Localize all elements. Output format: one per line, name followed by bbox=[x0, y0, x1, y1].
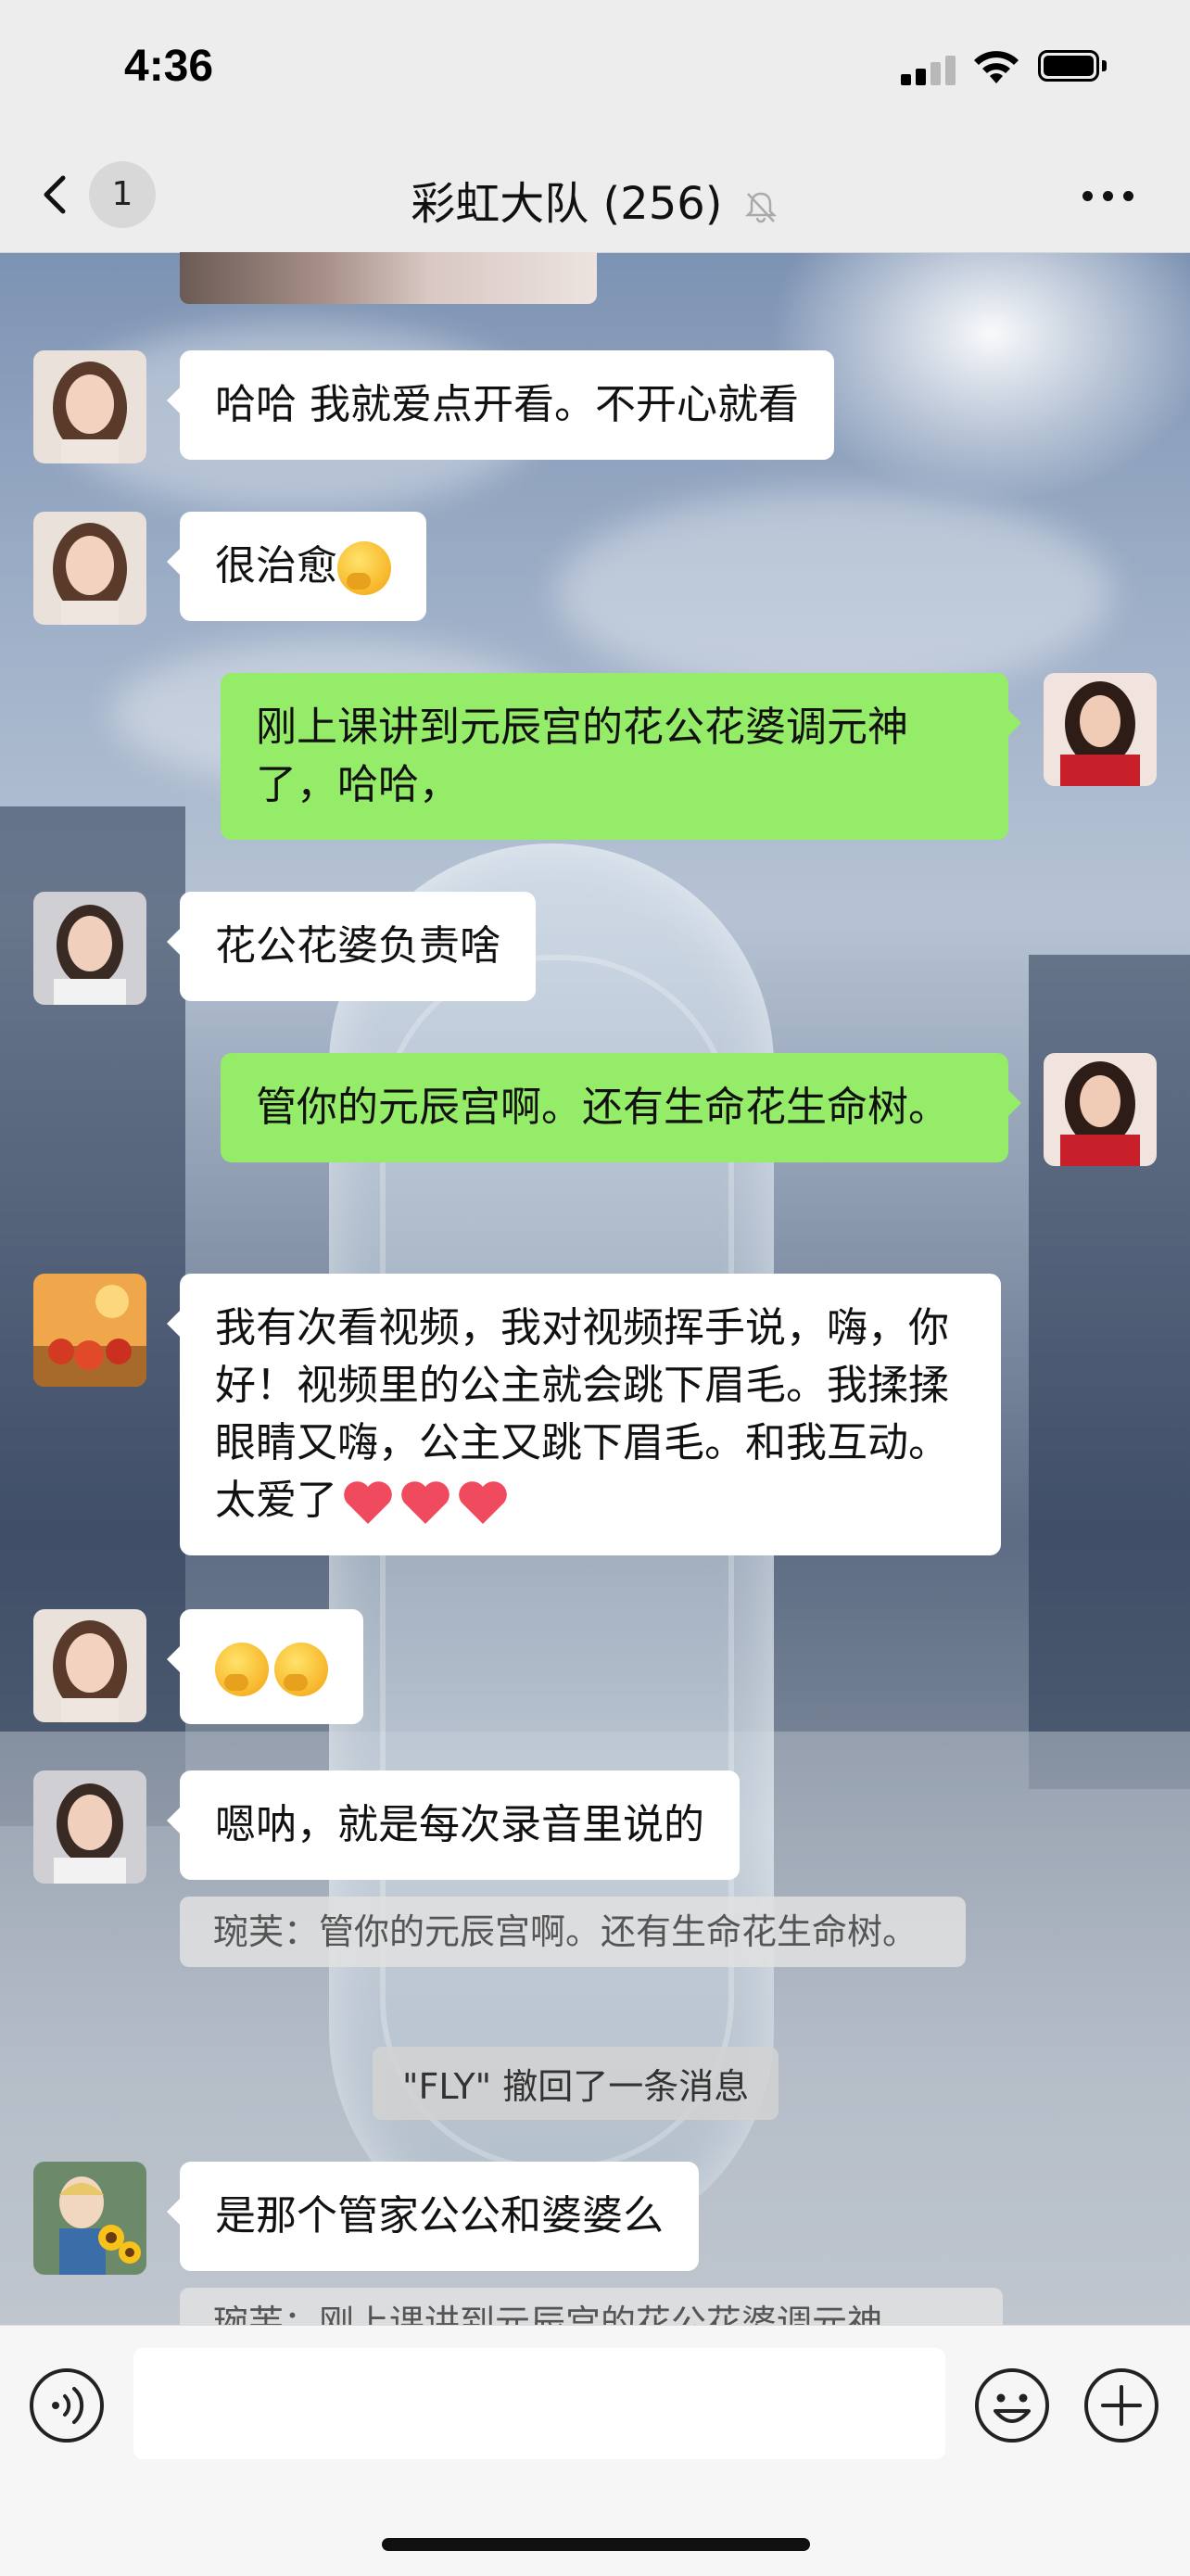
battery-icon bbox=[1038, 50, 1110, 83]
avatar[interactable] bbox=[33, 1770, 146, 1884]
message-text: 嗯呐，就是每次录音里说的 bbox=[215, 1801, 704, 1848]
avatar[interactable] bbox=[33, 892, 146, 1005]
avatar[interactable] bbox=[33, 350, 146, 463]
message-text: 刚上课讲到元辰宫的花公花婆调元神了，哈哈， bbox=[256, 704, 908, 808]
heart-icon bbox=[401, 1481, 449, 1524]
avatar-woman-red-icon bbox=[1044, 1053, 1157, 1166]
child-sunflowers-avatar-icon bbox=[33, 2162, 146, 2275]
message-bubble[interactable]: 哈哈 我就爱点开看。不开心就看 bbox=[167, 350, 834, 460]
message-text: 花公花婆负责啥 bbox=[215, 922, 500, 970]
avatar[interactable] bbox=[33, 512, 146, 625]
quoted-message[interactable]: 琬芙：管你的元辰宫啊。还有生命花生命树。 bbox=[180, 1897, 966, 1967]
message-bubble[interactable]: 花公花婆负责啥 bbox=[167, 892, 536, 1001]
muted-bell-icon bbox=[744, 192, 777, 223]
home-indicator bbox=[382, 2538, 810, 2551]
message-list[interactable]: 哈哈 我就爱点开看。不开心就看 很治愈 刚上课讲到元辰宫的花公花婆调元神了，哈哈… bbox=[0, 252, 1190, 2325]
avatar-self[interactable] bbox=[1044, 673, 1157, 786]
message-text: 我有次看视频，我对视频挥手说，嗨，你好！视频里的公主就会跳下眉毛。我揉揉眼睛又嗨… bbox=[215, 1304, 949, 1524]
message-bubble-outgoing[interactable]: 刚上课讲到元辰宫的花公花婆调元神了，哈哈， bbox=[221, 673, 1021, 840]
avatar-girl-icon bbox=[33, 512, 146, 625]
message-bubble[interactable] bbox=[167, 1609, 363, 1724]
recall-notice: "FLY" 撤回了一条消息 bbox=[373, 2047, 779, 2120]
back-button[interactable]: 1 bbox=[35, 161, 165, 228]
avatar[interactable] bbox=[33, 1274, 146, 1387]
image-message-partial[interactable] bbox=[180, 252, 597, 304]
message-input[interactable] bbox=[133, 2348, 945, 2459]
message-bubble[interactable]: 我有次看视频，我对视频挥手说，嗨，你好！视频里的公主就会跳下眉毛。我揉揉眼睛又嗨… bbox=[167, 1274, 1001, 1555]
message-bubble[interactable]: 是那个管家公公和婆婆么 bbox=[167, 2162, 699, 2271]
emoji-picker-icon[interactable] bbox=[973, 2367, 1051, 2444]
avatar-woman-icon bbox=[33, 892, 146, 1005]
wifi-icon bbox=[974, 51, 1019, 83]
more-actions-plus-icon[interactable] bbox=[1082, 2367, 1160, 2444]
message-text: 哈哈 我就爱点开看。不开心就看 bbox=[215, 381, 799, 428]
thinking-emoji-icon bbox=[274, 1643, 328, 1696]
recall-notice-text: "FLY" 撤回了一条消息 bbox=[402, 2066, 750, 2107]
heart-icon bbox=[344, 1481, 392, 1524]
avatar-woman-red-icon bbox=[1044, 673, 1157, 786]
chat-header: 1 彩虹大队 (256) bbox=[0, 139, 1190, 253]
avatar-girl-icon bbox=[33, 350, 146, 463]
message-text: 很治愈 bbox=[215, 542, 337, 590]
heart-icon bbox=[459, 1481, 507, 1524]
unread-count-badge: 1 bbox=[89, 161, 156, 228]
avatar-girl-icon bbox=[33, 1609, 146, 1722]
quoted-message-text: 琬芙：管你的元辰宫啊。还有生命花生命树。 bbox=[213, 1911, 918, 1952]
voice-input-icon[interactable] bbox=[28, 2367, 106, 2444]
message-bubble-outgoing[interactable]: 管你的元辰宫啊。还有生命花生命树。 bbox=[221, 1053, 1021, 1162]
message-text: 管你的元辰宫啊。还有生命花生命树。 bbox=[256, 1084, 949, 1131]
status-bar: 4:36 bbox=[0, 0, 1190, 139]
cellular-signal-icon bbox=[901, 54, 956, 85]
thinking-emoji-icon bbox=[337, 541, 391, 595]
message-bubble[interactable]: 嗯呐，就是每次录音里说的 bbox=[167, 1770, 740, 1880]
more-options-button[interactable] bbox=[1082, 182, 1138, 209]
message-text: 是那个管家公公和婆婆么 bbox=[215, 2192, 664, 2240]
thinking-emoji-icon bbox=[215, 1643, 269, 1696]
avatar-woman-icon bbox=[33, 1770, 146, 1884]
status-time: 4:36 bbox=[124, 42, 214, 91]
avatar[interactable] bbox=[33, 2162, 146, 2275]
avatar-self[interactable] bbox=[1044, 1053, 1157, 1166]
avatar[interactable] bbox=[33, 1609, 146, 1722]
chat-title[interactable]: 彩虹大队 (256) bbox=[411, 178, 722, 230]
quoted-message[interactable]: 琬芙：刚上课讲到元辰宫的花公花婆调元神 bbox=[180, 2288, 1003, 2325]
quoted-message-text: 琬芙：刚上课讲到元辰宫的花公花婆调元神 bbox=[213, 2303, 883, 2325]
message-bubble[interactable]: 很治愈 bbox=[167, 512, 426, 621]
chevron-left-icon bbox=[44, 175, 66, 214]
apples-avatar-icon bbox=[33, 1274, 146, 1387]
